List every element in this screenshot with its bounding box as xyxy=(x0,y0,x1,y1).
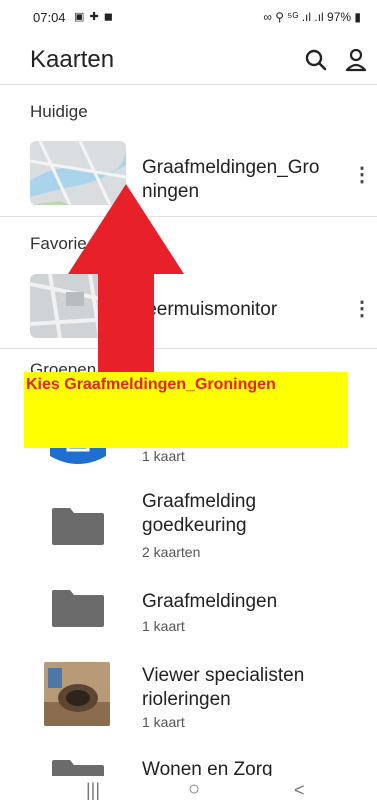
divider xyxy=(0,216,377,217)
current-map-title-1: Graafmeldingen_Gro xyxy=(142,157,320,178)
group-title-2: goedkeuring xyxy=(142,515,247,536)
more-options-icon[interactable]: ⋮ xyxy=(352,296,372,321)
folder-icon xyxy=(52,590,104,627)
group-count: 2 kaarten xyxy=(142,544,201,560)
section-current: Huidige xyxy=(30,102,88,121)
divider xyxy=(0,84,377,85)
page-title: Kaarten xyxy=(30,46,115,73)
group-count: 1 kaart xyxy=(142,618,185,634)
system-nav-bar: ||| ○ < xyxy=(0,776,377,806)
account-icon[interactable] xyxy=(342,46,370,74)
back-button[interactable]: < xyxy=(294,780,305,801)
group-count: 1 kaart xyxy=(142,714,185,730)
folder-icon xyxy=(52,508,104,545)
system-icons: ∞ ⚲ ⁵ᴳ .ıl .ıl 97% ▮ xyxy=(263,10,361,24)
status-time: 07:04 xyxy=(33,10,66,25)
group-count: 1 kaart xyxy=(142,448,185,464)
sewer-photo xyxy=(44,662,110,726)
red-arrow-annotation xyxy=(68,184,184,374)
group-title-2: rioleringen xyxy=(142,689,231,710)
app-bar: Kaarten xyxy=(0,36,377,84)
notification-icons: ▣ ✚ ◼ xyxy=(74,11,114,23)
search-icon[interactable] xyxy=(302,46,330,74)
instruction-text: Kies Graafmeldingen_Groningen xyxy=(26,376,276,393)
home-button[interactable]: ○ xyxy=(188,778,200,801)
instruction-callout: Kies Graafmeldingen_Groningen xyxy=(24,372,348,448)
more-options-icon[interactable]: ⋮ xyxy=(352,162,372,187)
divider xyxy=(0,348,377,349)
recents-button[interactable]: ||| xyxy=(86,780,100,801)
group-title-1: Graafmelding xyxy=(142,491,257,512)
group-title-1: Graafmeldingen xyxy=(142,591,278,612)
status-bar: 07:04 ▣ ✚ ◼ ∞ ⚲ ⁵ᴳ .ıl .ıl 97% ▮ xyxy=(0,0,377,32)
group-title-1: Viewer specialisten xyxy=(142,665,305,686)
